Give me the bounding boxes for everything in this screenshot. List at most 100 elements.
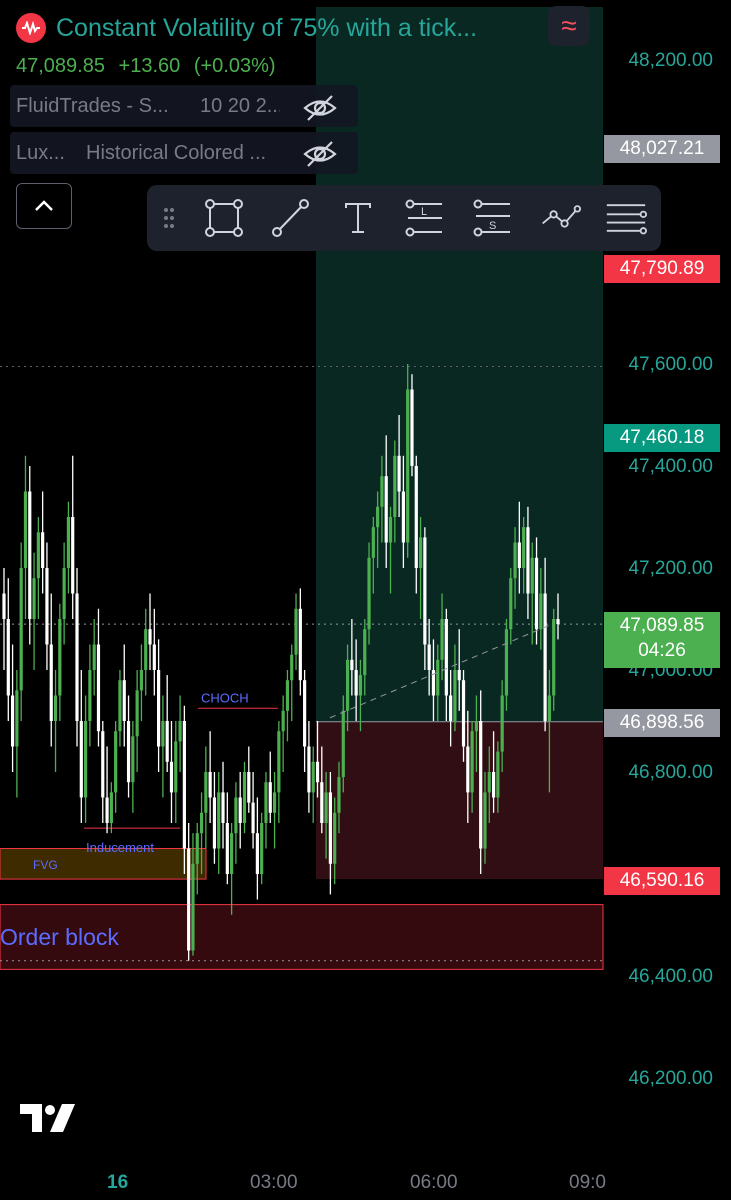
candle-body xyxy=(96,644,101,732)
candle-body xyxy=(75,593,79,721)
candle-body xyxy=(547,695,552,721)
indicator-params: Historical Colored ... xyxy=(86,141,267,164)
choch-label: CHOCH xyxy=(201,690,249,705)
candle-body xyxy=(36,532,40,579)
price-label-high[interactable]: 47,460.18 xyxy=(604,424,720,452)
candle-body xyxy=(410,389,414,466)
time-axis-tick: 03:00 xyxy=(250,1172,298,1193)
candle-body xyxy=(28,491,32,619)
rectangle-tool-icon[interactable] xyxy=(203,198,245,238)
path-tool-icon[interactable] xyxy=(539,198,581,238)
candle-body xyxy=(32,578,36,619)
candle-body xyxy=(418,537,423,568)
eye-hidden-icon[interactable] xyxy=(302,93,338,123)
candle-body xyxy=(178,721,182,742)
indicator-params: 10 20 2... xyxy=(200,94,280,117)
candle-body xyxy=(388,517,393,543)
candle-body xyxy=(556,619,560,625)
tradingview-logo-icon xyxy=(20,1104,75,1132)
candle-body xyxy=(105,797,109,823)
candle-body xyxy=(337,777,341,813)
candle-body xyxy=(66,517,71,568)
candle-body xyxy=(440,619,444,660)
candle-body xyxy=(19,568,23,691)
candle-body xyxy=(543,593,547,721)
candle-body xyxy=(504,629,509,696)
candle-body xyxy=(363,629,367,676)
candle-body xyxy=(371,527,375,558)
candle-body xyxy=(251,802,255,834)
candle-body xyxy=(199,812,204,834)
indicator-lux[interactable]: Lux... Historical Colored ... xyxy=(16,133,282,173)
candle-body xyxy=(88,670,92,721)
candle-body xyxy=(10,695,15,747)
candle-body xyxy=(169,761,174,793)
candle-body xyxy=(474,721,479,732)
candle-body xyxy=(212,797,217,849)
price-label-stop[interactable]: 47,790.89 xyxy=(604,255,720,283)
candle-body xyxy=(393,455,397,517)
price-change-pct: (+0.03%) xyxy=(193,55,276,77)
last-price: 47,089.85 xyxy=(16,55,105,77)
price-label-entry[interactable]: 46,898.56 xyxy=(604,709,720,737)
candle-body xyxy=(225,823,229,874)
fvg-label: FVG xyxy=(33,858,58,872)
candle-body xyxy=(6,619,10,696)
candle-body xyxy=(238,797,242,823)
price-summary: 47,089.85 +13.60 (+0.03%) xyxy=(16,55,284,78)
candle-body xyxy=(453,670,457,721)
candle-body xyxy=(341,710,345,778)
candle-body xyxy=(157,670,161,747)
candle-body xyxy=(345,659,350,711)
candle-body xyxy=(221,792,225,823)
short-position-target-zone[interactable] xyxy=(316,721,603,880)
price-chart[interactable]: CHOCH Inducement FVG Order block xyxy=(0,0,731,1200)
short-position-stop-zone[interactable] xyxy=(316,7,603,722)
candle-body xyxy=(139,670,144,691)
last-price-value: 47,089.85 xyxy=(619,615,705,636)
candle-body xyxy=(328,792,332,864)
indicator-fluidtrades[interactable]: FluidTrades - S... 10 20 2... xyxy=(16,86,280,126)
candle-body xyxy=(234,797,238,834)
candle-body xyxy=(461,680,466,747)
candle-body xyxy=(315,761,320,783)
price-label-48027[interactable]: 48,027.21 xyxy=(604,135,720,163)
price-axis-tick: 48,200.00 xyxy=(628,50,713,71)
candle-body xyxy=(401,491,405,543)
candle-body xyxy=(513,542,517,579)
eye-hidden-icon[interactable] xyxy=(302,139,338,169)
candle-body xyxy=(109,792,113,823)
wave-icon[interactable]: ≈ xyxy=(548,6,590,46)
text-tool-icon[interactable] xyxy=(337,198,379,238)
more-lines-tool-icon[interactable] xyxy=(605,198,647,238)
candle-body xyxy=(135,690,139,737)
svg-text:S: S xyxy=(489,220,496,232)
candle-body xyxy=(174,741,178,793)
symbol-title[interactable]: Constant Volatility of 75% with a tick..… xyxy=(16,10,538,46)
short-position-tool-icon[interactable]: S xyxy=(472,198,514,238)
candle-body xyxy=(354,670,358,696)
trend-line-tool-icon[interactable] xyxy=(269,198,311,238)
collapse-legend-button[interactable] xyxy=(16,183,72,229)
candle-body xyxy=(2,593,6,619)
candle-body xyxy=(195,833,199,864)
candle-body xyxy=(522,527,526,568)
candle-body xyxy=(217,792,221,849)
long-position-tool-icon[interactable]: L xyxy=(404,198,446,238)
candle-body xyxy=(126,721,131,783)
candle-body xyxy=(397,455,401,492)
drag-handle-icon[interactable] xyxy=(147,198,191,238)
candle-body xyxy=(479,721,483,849)
candle-body xyxy=(526,527,530,594)
price-axis-tick: 47,200.00 xyxy=(628,558,713,579)
candle-body xyxy=(41,532,45,568)
candle-body xyxy=(298,608,302,681)
last-price-label[interactable]: 47,089.85 04:26 xyxy=(604,612,720,668)
candle-body xyxy=(552,619,556,696)
candle-body xyxy=(118,680,122,732)
candle-body xyxy=(466,746,470,793)
price-label-target[interactable]: 46,590.16 xyxy=(604,867,720,895)
time-axis-tick: 16 xyxy=(107,1172,129,1193)
bar-countdown: 04:26 xyxy=(638,640,686,661)
candle-body xyxy=(311,761,315,793)
